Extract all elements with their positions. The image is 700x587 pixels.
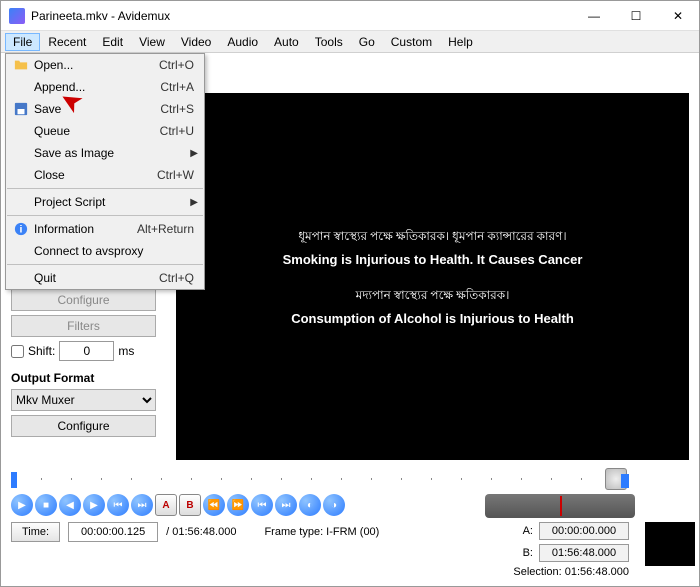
audio-configure-button[interactable]: Configure (11, 289, 156, 311)
a-marker-value (539, 522, 629, 540)
menu-auto[interactable]: Auto (266, 33, 307, 51)
time-button[interactable]: Time: (11, 522, 60, 542)
play-button[interactable]: ▶ (11, 494, 33, 516)
shift-checkbox[interactable] (11, 345, 24, 358)
folder-open-icon (12, 57, 30, 73)
goto-a-button[interactable]: ⏮ (251, 494, 273, 516)
menu-edit[interactable]: Edit (94, 33, 131, 51)
timeline-end-marker[interactable] (621, 474, 629, 488)
menu-tools[interactable]: Tools (307, 33, 351, 51)
goto-end-button[interactable]: ⏩ (227, 494, 249, 516)
menubar: File Recent Edit View Video Audio Auto T… (1, 31, 699, 53)
b-marker-label: B: (519, 547, 533, 559)
transport-controls: ▶ ■ ◀ ▶ ⏮ ⏭ A B ⏪ ⏩ ⏮ ⏭ ◐ ◑ (11, 494, 411, 516)
subtitle-en-1: Smoking is Injurious to Health. It Cause… (283, 252, 583, 267)
output-format-label: Output Format (11, 371, 166, 385)
goto-b-button[interactable]: ⏭ (275, 494, 297, 516)
menu-item-open[interactable]: Open... Ctrl+O (6, 54, 204, 76)
menu-separator (7, 188, 203, 189)
menu-separator (7, 215, 203, 216)
menu-video[interactable]: Video (173, 33, 219, 51)
next-keyframe-button[interactable]: ⏭ (131, 494, 153, 516)
window-title: Parineeta.mkv - Avidemux (31, 9, 573, 23)
app-icon (9, 8, 25, 24)
menu-item-save[interactable]: Save Ctrl+S (6, 98, 204, 120)
prev-black-button[interactable]: ◐ (299, 494, 321, 516)
set-b-marker-button[interactable]: B (179, 494, 201, 516)
titlebar: Parineeta.mkv - Avidemux — ☐ ✕ (1, 1, 699, 31)
svg-text:i: i (20, 224, 23, 236)
menu-item-queue[interactable]: Queue Ctrl+U (6, 120, 204, 142)
menu-item-project-script[interactable]: Project Script ▶ (6, 191, 204, 213)
shift-label: Shift: (28, 344, 55, 358)
subtitle-en-2: Consumption of Alcohol is Injurious to H… (291, 311, 574, 326)
a-marker-label: A: (519, 525, 533, 537)
subtitle-bn-2: মদ্যপান স্বাস্থ্যের পক্ষে ক্ষতিকারক। (291, 287, 574, 307)
jog-center-icon (560, 496, 562, 516)
info-icon: i (12, 221, 30, 237)
menu-help[interactable]: Help (440, 33, 481, 51)
set-a-marker-button[interactable]: A (155, 494, 177, 516)
bottom-panel: ▶ ■ ◀ ▶ ⏮ ⏭ A B ⏪ ⏩ ⏮ ⏭ ◐ ◑ Time: / 01:5… (1, 466, 699, 586)
frame-type-label: Frame type: I-FRM (00) (264, 526, 379, 538)
shift-unit: ms (118, 344, 134, 358)
audio-filters-button[interactable]: Filters (11, 315, 156, 337)
timeline-track (11, 478, 599, 480)
menu-custom[interactable]: Custom (383, 33, 440, 51)
menu-go[interactable]: Go (351, 33, 383, 51)
time-input[interactable] (68, 522, 158, 542)
close-button[interactable]: ✕ (657, 1, 699, 31)
file-menu-dropdown: Open... Ctrl+O Append... Ctrl+A Save Ctr… (5, 53, 205, 290)
menu-item-information[interactable]: i Information Alt+Return (6, 218, 204, 240)
selection-label: Selection: 01:56:48.000 (513, 566, 629, 578)
menu-separator (7, 264, 203, 265)
chevron-right-icon: ▶ (190, 197, 198, 208)
output-format-select[interactable]: Mkv Muxer (11, 389, 156, 411)
video-preview: ধূমপান স্বাস্থ্যের পক্ষে ক্ষতিকারক। ধূমপ… (176, 93, 689, 460)
prev-frame-button[interactable]: ◀ (59, 494, 81, 516)
menu-item-close[interactable]: Close Ctrl+W (6, 164, 204, 186)
next-frame-button[interactable]: ▶ (83, 494, 105, 516)
menu-view[interactable]: View (131, 33, 173, 51)
prev-keyframe-button[interactable]: ⏮ (107, 494, 129, 516)
menu-item-avsproxy[interactable]: Connect to avsproxy (6, 240, 204, 262)
b-marker-value (539, 544, 629, 562)
chevron-right-icon: ▶ (190, 148, 198, 159)
menu-audio[interactable]: Audio (219, 33, 266, 51)
menu-item-append[interactable]: Append... Ctrl+A (6, 76, 204, 98)
shift-value-input[interactable] (59, 341, 114, 361)
goto-start-button[interactable]: ⏪ (203, 494, 225, 516)
subtitle-bn-1: ধূমপান স্বাস্থ্যের পক্ষে ক্ষতিকারক। ধূমপ… (283, 228, 583, 248)
duration-label: / 01:56:48.000 (166, 526, 236, 538)
next-black-button[interactable]: ◑ (323, 494, 345, 516)
jog-wheel[interactable] (485, 494, 635, 518)
timeline-cursor[interactable] (11, 472, 17, 488)
menu-recent[interactable]: Recent (40, 33, 94, 51)
minimize-button[interactable]: — (573, 1, 615, 31)
save-icon (12, 101, 30, 117)
preview-thumb (645, 522, 695, 566)
timeline[interactable] (11, 470, 689, 492)
menu-item-save-as-image[interactable]: Save as Image ▶ (6, 142, 204, 164)
maximize-button[interactable]: ☐ (615, 1, 657, 31)
menu-item-quit[interactable]: Quit Ctrl+Q (6, 267, 204, 289)
stop-button[interactable]: ■ (35, 494, 57, 516)
output-configure-button[interactable]: Configure (11, 415, 156, 437)
menu-file[interactable]: File (5, 33, 40, 51)
